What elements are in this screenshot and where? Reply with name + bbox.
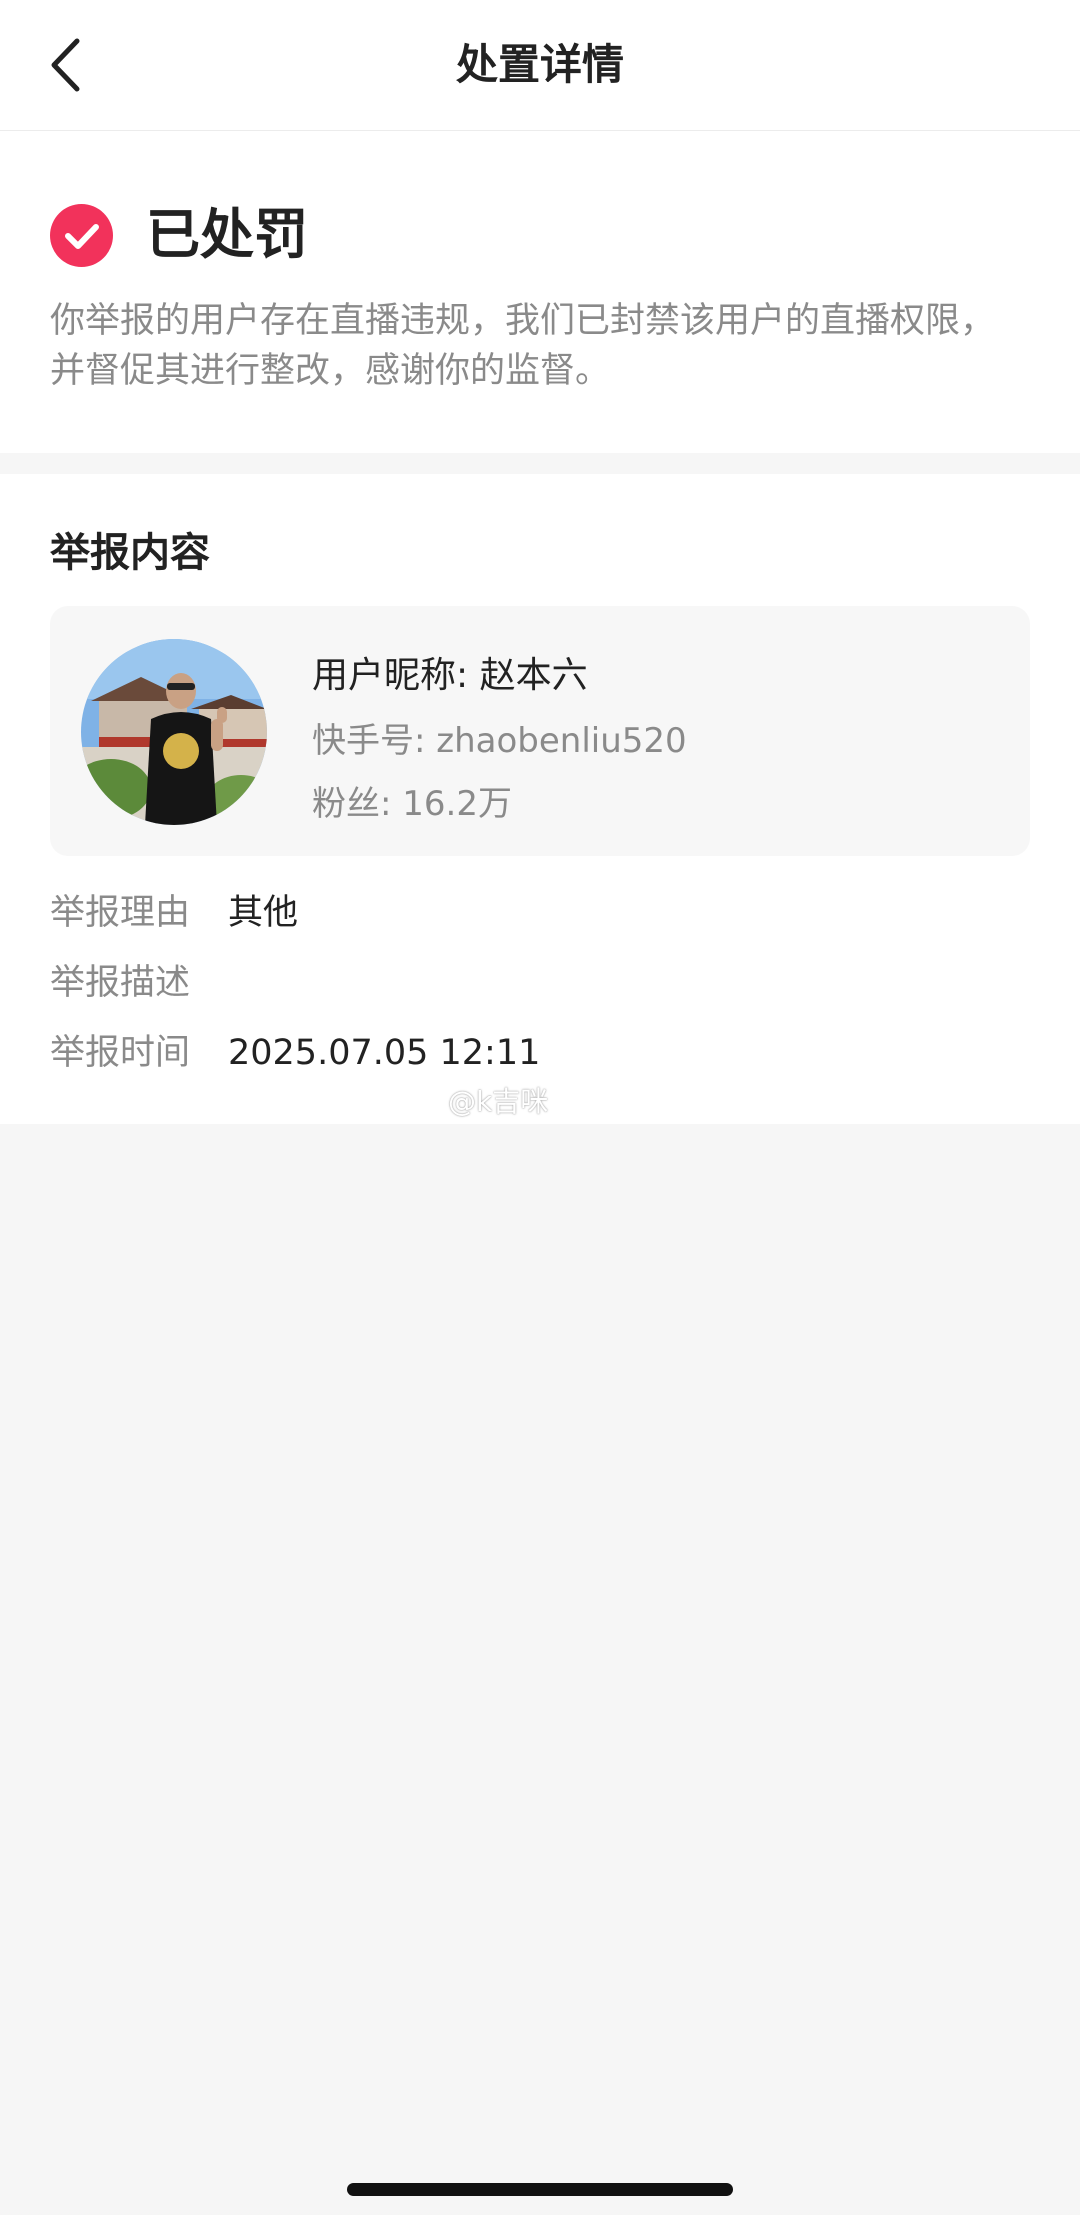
watermark: @k吉咪 <box>448 1085 549 1118</box>
user-kuaishou-id: 快手号: zhaobenliu520 <box>312 721 687 761</box>
status-title: 已处罚 <box>146 203 308 266</box>
status-description: 你举报的用户存在直播违规，我们已封禁该用户的直播权限，并督促其进行整改，感谢你的… <box>50 301 996 391</box>
navigation-bar: 处置详情 <box>0 0 1080 131</box>
avatar <box>81 639 267 825</box>
home-indicator[interactable] <box>347 2183 733 2196</box>
user-fans-count: 粉丝: 16.2万 <box>312 784 512 824</box>
section-title: 举报内容 <box>50 530 210 576</box>
report-section: 举报内容 用户昵称: 赵本六 快手号: zhaobenliu520 粉丝: 16… <box>0 474 1080 1124</box>
report-time-value: 2025.07.05 12:11 <box>228 1033 541 1073</box>
page-title: 处置详情 <box>455 40 624 89</box>
check-circle-icon <box>50 204 113 267</box>
status-section: 已处罚 你举报的用户存在直播违规，我们已封禁该用户的直播权限，并督促其进行整改，… <box>0 131 1080 453</box>
user-nickname: 用户昵称: 赵本六 <box>312 655 588 696</box>
reported-user-card[interactable]: 用户昵称: 赵本六 快手号: zhaobenliu520 粉丝: 16.2万 <box>50 606 1030 856</box>
report-reason-label: 举报理由 <box>50 893 191 933</box>
report-description-label: 举报描述 <box>50 963 191 1003</box>
report-reason-value: 其他 <box>228 893 299 933</box>
report-time-label: 举报时间 <box>50 1033 191 1073</box>
